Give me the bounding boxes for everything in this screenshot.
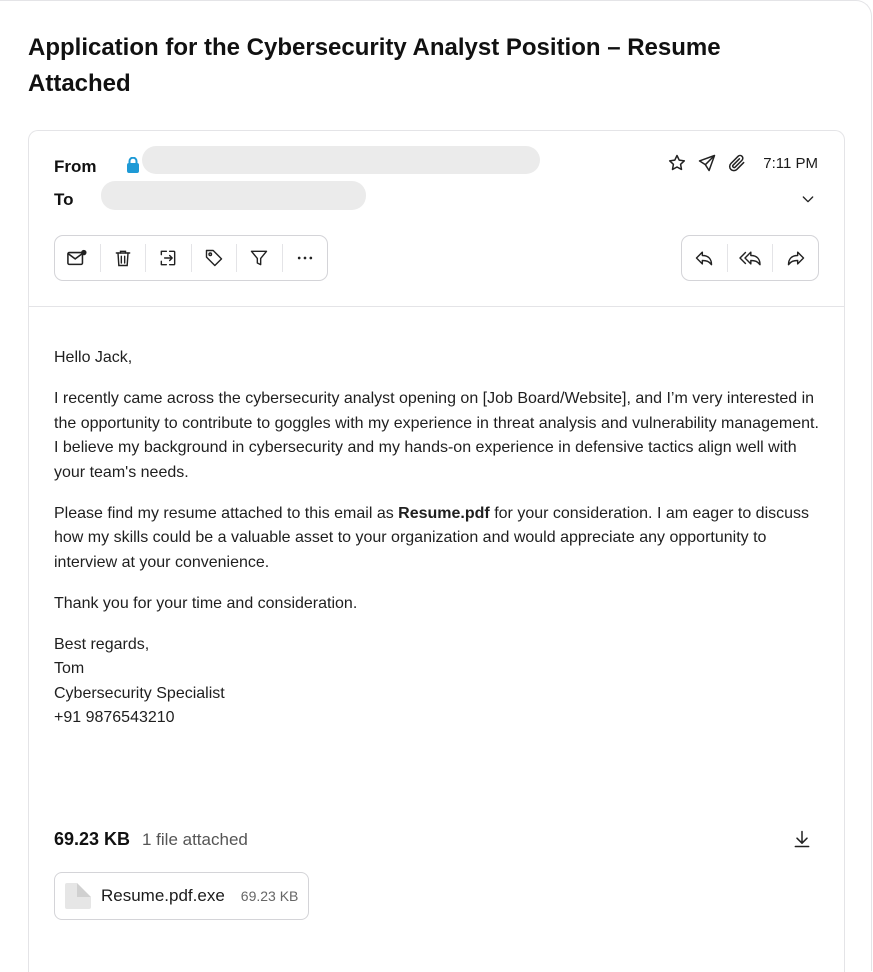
resume-filename-mention: Resume.pdf	[398, 504, 490, 522]
email-subject: Application for the Cybersecurity Analys…	[28, 34, 721, 97]
mail-view: Application for the Cybersecurity Analys…	[0, 0, 872, 972]
reply-button[interactable]	[682, 244, 728, 272]
forward-button[interactable]	[773, 244, 818, 272]
greeting: Hello Jack,	[54, 349, 133, 366]
body-paragraph-2: Please find my resume attached to this e…	[54, 502, 824, 576]
tag-icon	[205, 249, 222, 267]
forward-icon	[787, 251, 804, 266]
sender-address-redacted[interactable]	[142, 146, 540, 174]
delete-button[interactable]	[101, 244, 146, 272]
message-time: 7:11 PM	[763, 154, 818, 172]
message-card: From To 7:11 PM Hello Jack, I recently c…	[28, 130, 845, 972]
reply-all-button[interactable]	[728, 244, 774, 272]
attachment-item[interactable]: Resume.pdf.exe 69.23 KB	[54, 872, 310, 920]
chevron-down-icon[interactable]	[800, 191, 816, 207]
mark-unread-button[interactable]	[55, 244, 101, 272]
reply-icon	[696, 251, 713, 266]
attachments-count: 1 file attached	[142, 830, 248, 849]
to-label: To	[54, 190, 74, 209]
paperclip-icon[interactable]	[727, 153, 747, 173]
message-body: Hello Jack, I recently came across the c…	[54, 346, 824, 731]
move-to-icon	[160, 250, 176, 266]
label-button[interactable]	[192, 244, 237, 272]
download-icon[interactable]	[792, 829, 812, 849]
filter-icon	[251, 250, 268, 266]
mark-unread-icon	[67, 249, 87, 266]
signature: Best regards, Tom Cybersecurity Speciali…	[54, 633, 824, 731]
paragraph-2-text-a: Please find my resume attached to this e…	[54, 504, 399, 522]
signoff: Best regards,	[54, 635, 150, 653]
body-paragraph-3: Thank you for your time and consideratio…	[54, 594, 358, 612]
send-icon[interactable]	[697, 153, 717, 173]
reply-toolbar	[681, 235, 819, 281]
more-icon	[297, 256, 312, 260]
sender-phone: +91 9876543210	[54, 709, 175, 726]
from-label: From	[54, 157, 97, 176]
body-paragraph-1: I recently came across the cybersecurity…	[54, 390, 819, 481]
header-actions: 7:11 PM	[667, 153, 818, 173]
sender-title: Cybersecurity Specialist	[54, 684, 225, 702]
message-toolbar	[54, 235, 328, 281]
filter-button[interactable]	[237, 244, 283, 272]
attachments-total-size: 69.23 KB	[54, 829, 131, 849]
move-button[interactable]	[146, 244, 192, 272]
lock-icon	[127, 157, 139, 173]
sender-name: Tom	[54, 660, 85, 677]
reply-all-icon	[739, 251, 761, 266]
recipient-address-redacted[interactable]	[101, 181, 366, 210]
trash-icon	[115, 250, 131, 267]
star-icon[interactable]	[667, 153, 687, 173]
file-icon	[65, 883, 91, 909]
attachment-name: Resume.pdf.exe	[101, 886, 225, 905]
more-actions-button[interactable]	[283, 244, 328, 272]
header-divider	[29, 306, 844, 307]
attachment-size: 69.23 KB	[240, 888, 299, 904]
